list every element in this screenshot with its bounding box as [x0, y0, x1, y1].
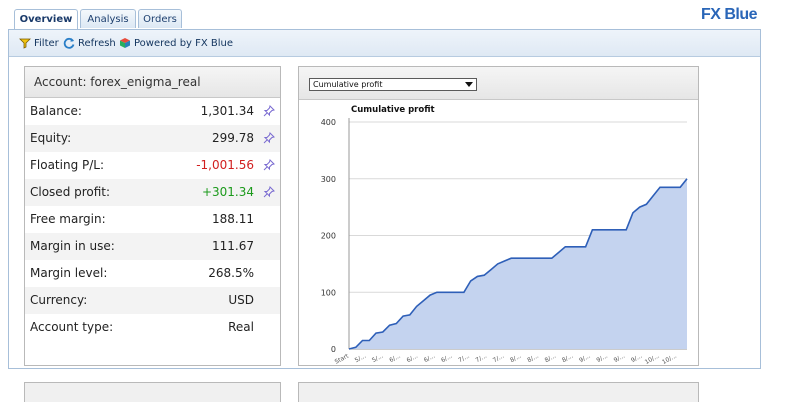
tab-orders[interactable]: Orders — [138, 9, 182, 28]
fx-blue-logo: FX Blue — [700, 6, 758, 23]
account-row-value: Real — [228, 320, 254, 334]
y-tick-label: 200 — [321, 232, 336, 241]
account-row: Margin level: 268.5% — [25, 260, 280, 287]
x-tick-label: 9/... — [613, 353, 627, 365]
account-row-value: 188.11 — [212, 212, 254, 226]
x-tick-label: 7/... — [492, 353, 506, 365]
account-row-value: -1,001.56 — [196, 158, 254, 172]
account-row-label: Margin in use: — [30, 239, 115, 253]
filter-label: Filter — [34, 38, 59, 49]
y-tick-label: 300 — [321, 175, 336, 184]
pin-icon[interactable] — [263, 132, 275, 144]
refresh-icon — [63, 37, 75, 49]
x-tick-label: 9/... — [630, 353, 644, 365]
account-row-value: USD — [228, 293, 254, 307]
account-row-value: 1,301.34 — [200, 104, 254, 118]
x-tick-label: 10/... — [661, 353, 678, 365]
pin-icon[interactable] — [263, 105, 275, 117]
x-tick-label: 9/... — [595, 353, 609, 365]
x-tick-label: 8/... — [526, 353, 540, 365]
series-area — [349, 178, 687, 349]
lower-left-panel — [24, 382, 281, 402]
account-title: Account: forex_enigma_real — [25, 67, 280, 98]
fxblue-cube-icon — [120, 38, 130, 48]
filter-icon — [19, 38, 31, 49]
account-row-label: Floating P/L: — [30, 158, 105, 172]
account-row-value: 111.67 — [212, 239, 254, 253]
x-tick-label: 5/... — [354, 353, 368, 365]
account-row: Equity: 299.78 — [25, 125, 280, 152]
x-tick-label: 6/... — [440, 353, 454, 365]
cumulative-profit-chart: 0100200300400Cumulative profitStart 5/...… — [321, 105, 688, 365]
lower-right-panel — [298, 382, 699, 402]
x-tick-label: 6/... — [388, 353, 402, 365]
chevron-down-icon — [465, 82, 473, 87]
y-tick-label: 0 — [331, 345, 336, 354]
account-row-label: Closed profit: — [30, 185, 111, 199]
x-tick-label: 7/... — [457, 353, 471, 365]
account-row: Margin in use: 111.67 — [25, 233, 280, 260]
account-row-value: +301.34 — [201, 185, 254, 199]
account-row-label: Account type: — [30, 320, 114, 334]
account-row-label: Currency: — [30, 293, 88, 307]
pin-icon[interactable] — [263, 186, 275, 198]
content-area: Account: forex_enigma_real Balance: 1,301… — [9, 57, 760, 402]
account-row-value: 268.5% — [208, 266, 254, 280]
chart-panel: Cumulative profit 0 100 200 300 400 Cumulativ… — [298, 66, 699, 366]
account-row-label: Free margin: — [30, 212, 106, 226]
overview-frame: Filter Refresh Powered by FX Blue Accoun… — [8, 29, 761, 402]
refresh-button[interactable]: Refresh — [63, 37, 116, 51]
account-row-label: Balance: — [30, 104, 82, 118]
account-row-label: Margin level: — [30, 266, 108, 280]
tab-overview[interactable]: Overview — [14, 9, 78, 30]
tab-analysis[interactable]: Analysis — [80, 9, 136, 28]
toolbar: Filter Refresh Powered by FX Blue — [9, 30, 760, 57]
account-panel: Account: forex_enigma_real Balance: 1,301… — [24, 66, 281, 366]
powered-by-label: Powered by FX Blue — [134, 38, 234, 49]
account-row: Balance: 1,301.34 — [25, 98, 280, 125]
account-row: Free margin: 188.11 — [25, 206, 280, 233]
x-tick-label: 5/... — [371, 353, 385, 365]
y-tick-label: 100 — [321, 288, 336, 297]
pin-icon[interactable] — [263, 159, 275, 171]
account-row: Account type: Real — [25, 314, 280, 341]
chart-title: Cumulative profit — [351, 105, 435, 115]
y-tick-label: 400 — [321, 118, 336, 127]
x-tick-label: 8/... — [509, 353, 523, 365]
x-tick-label: 6/... — [423, 353, 437, 365]
x-tick-label: 10/... — [644, 353, 661, 365]
account-row: Currency: USD — [25, 287, 280, 314]
filter-button[interactable]: Filter — [19, 37, 59, 51]
chart-panel-header: Cumulative profit — [299, 67, 698, 100]
x-tick-label: 7/... — [475, 353, 489, 365]
account-row-label: Equity: — [30, 131, 72, 145]
account-row: Closed profit: +301.34 — [25, 179, 280, 206]
refresh-label: Refresh — [78, 38, 116, 49]
account-rows: Balance: 1,301.34 Equity: 299.78 Floating P/… — [25, 98, 280, 341]
x-tick-label: 9/... — [578, 353, 592, 365]
chart-type-value: Cumulative profit — [313, 80, 383, 89]
account-row: Floating P/L: -1,001.56 — [25, 152, 280, 179]
x-tick-label: 8/... — [544, 353, 558, 365]
x-tick-label: 8/... — [561, 353, 575, 365]
x-tick-label: Start — [334, 352, 351, 365]
account-row-value: 299.78 — [212, 131, 254, 145]
chart-type-select[interactable]: Cumulative profit — [309, 78, 477, 91]
x-tick-label: 6/... — [406, 353, 420, 365]
powered-by-link[interactable]: Powered by FX Blue — [119, 37, 233, 51]
